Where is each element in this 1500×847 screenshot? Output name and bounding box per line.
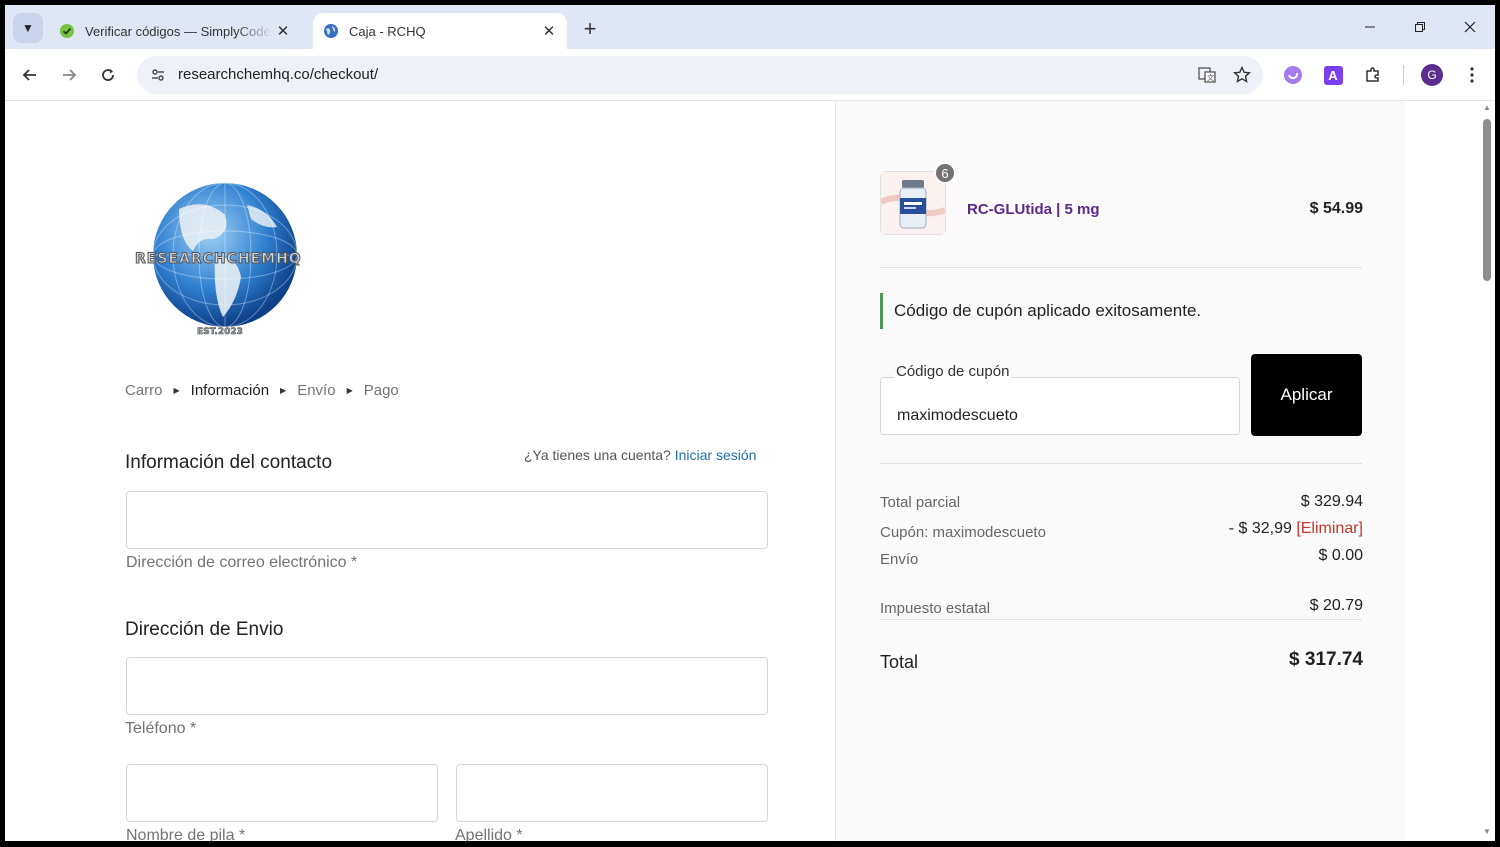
breadcrumb-separator-icon: ▶ [346,386,353,395]
tab-caja-rchq[interactable]: Caja - RCHQ ✕ [313,13,567,49]
restore-button[interactable] [1397,11,1443,43]
breadcrumb-information: Información [190,382,270,399]
close-window-button[interactable] [1447,11,1493,43]
first-name-field[interactable] [126,764,438,822]
scroll-down-icon[interactable]: ▼ [1482,827,1492,837]
account-prompt-text: ¿Ya tienes una cuenta? [524,447,671,463]
email-field[interactable] [126,491,768,549]
store-logo[interactable]: RESEARCHCHEMHQ EST.2023 [127,179,317,339]
forward-button[interactable] [55,61,83,89]
divider [880,619,1362,620]
account-prompt: ¿Ya tienes una cuenta? Iniciar sesión [524,447,756,463]
shipping-cost-label: Envío [880,551,919,568]
remove-coupon-link[interactable]: [Eliminar] [1296,520,1363,537]
contact-heading: Información del contacto [125,452,333,473]
minimize-icon [1365,26,1375,28]
email-label: Dirección de correo electrónico * [126,554,358,571]
globe-favicon-icon [323,23,339,39]
translate-icon[interactable]: 文 [1197,65,1217,85]
breadcrumb-cart[interactable]: Carro [125,382,163,399]
breadcrumb-separator-icon: ▶ [280,386,287,395]
divider [880,267,1362,268]
subtotal-value: $ 329.94 [1300,493,1363,510]
logo-est-text: EST.2023 [197,327,243,338]
last-name-label: Apellido * [455,827,523,841]
checkout-form-column: RESEARCHCHEMHQ EST.2023 Carro ▶ Informac… [5,101,835,841]
tab-simplycodes[interactable]: Verificar códigos — SimplyCodes ✕ [49,13,301,49]
minimize-button[interactable] [1347,11,1393,43]
apply-coupon-button[interactable]: Aplicar [1251,354,1362,436]
tab-title: Caja - RCHQ [349,23,426,39]
close-icon [1464,21,1476,33]
tab-strip: ▼ Verificar códigos — SimplyCodes ✕ Caja… [5,5,1495,49]
product-price: $ 54.99 [1309,200,1363,217]
back-button[interactable] [16,61,44,89]
extension-purple-icon[interactable] [1282,64,1304,86]
page-scrollbar[interactable]: ▲ ▼ [1479,101,1495,841]
tab-title: Verificar códigos — SimplyCodes [85,23,273,39]
simplycodes-favicon-icon [59,23,75,39]
coupon-label: Código de cupón [894,363,1012,380]
site-info-icon[interactable] [149,66,167,84]
restore-icon [1415,22,1425,32]
scrollbar-thumb[interactable] [1483,119,1491,281]
subtotal-label: Total parcial [880,494,961,511]
coupon-line-label: Cupón: maximodescueto [880,524,1046,541]
coupon-success-notice: Código de cupón aplicado exitosamente. [880,293,1201,329]
coupon-input-value[interactable]: maximodescueto [897,407,1018,425]
coupon-input[interactable] [880,377,1240,435]
coupon-line-value: - $ 32,99 [Eliminar] [1229,520,1363,538]
profile-avatar[interactable]: G [1421,64,1443,86]
logo-brand-text: RESEARCHCHEMHQ [135,251,302,268]
shipping-heading: Dirección de Envio [125,619,284,640]
product-name[interactable]: RC-GLUtida | 5 mg [967,201,1100,218]
phone-field[interactable] [126,657,768,715]
breadcrumb-payment: Pago [363,382,399,399]
breadcrumb: Carro ▶ Información ▶ Envío ▶ Pago [125,382,399,399]
tax-value: $ 20.79 [1309,597,1363,614]
coupon-discount-amount: - $ 32,99 [1228,520,1292,537]
breadcrumb-shipping: Envío [297,382,336,399]
chevron-down-icon: ▼ [22,21,34,35]
divider [880,463,1362,464]
first-name-label: Nombre de pila * [126,827,246,841]
total-label: Total [880,652,919,672]
login-link[interactable]: Iniciar sesión [675,447,757,463]
tab-close-icon[interactable]: ✕ [539,21,559,41]
total-value: $ 317.74 [1289,649,1363,670]
svg-text:文: 文 [1207,73,1214,82]
arrow-left-icon [22,69,36,81]
url-text[interactable]: researchchemhq.co/checkout/ [178,66,378,83]
phone-label: Teléfono * [125,720,197,737]
tab-search-button[interactable]: ▼ [13,13,43,43]
more-menu-icon[interactable] [1461,64,1483,86]
breadcrumb-separator-icon: ▶ [173,386,180,395]
tab-close-icon[interactable]: ✕ [273,21,293,41]
toolbar-divider [1403,65,1404,85]
page-content: RESEARCHCHEMHQ EST.2023 Carro ▶ Informac… [5,101,1495,841]
quantity-badge: 6 [934,162,956,184]
last-name-field[interactable] [456,764,768,822]
address-bar[interactable]: researchchemhq.co/checkout/ 文 [137,56,1263,94]
new-tab-button[interactable]: + [578,17,602,41]
extensions-puzzle-icon[interactable] [1362,64,1384,86]
shipping-cost-value: $ 0.00 [1318,547,1363,564]
reload-button[interactable] [94,61,122,89]
browser-window: ▼ Verificar códigos — SimplyCodes ✕ Caja… [5,5,1495,841]
bookmark-star-icon[interactable] [1232,65,1252,85]
scroll-up-icon[interactable]: ▲ [1482,103,1492,113]
order-summary-column: 6 RC-GLUtida | 5 mg $ 54.99 Código de cu… [835,101,1405,841]
tax-label: Impuesto estatal [880,600,991,617]
arrow-right-icon [63,69,77,81]
extension-a-icon[interactable]: A [1322,64,1344,86]
browser-toolbar: researchchemhq.co/checkout/ 文 A G [5,49,1495,101]
reload-icon [102,69,114,81]
